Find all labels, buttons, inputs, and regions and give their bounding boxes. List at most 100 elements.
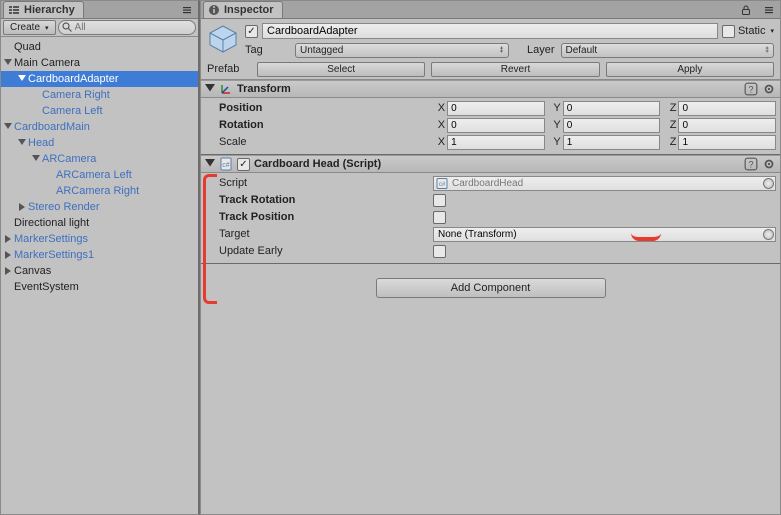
static-checkbox[interactable] <box>722 25 735 38</box>
hierarchy-item-label: MarkerSettings <box>14 233 88 245</box>
hierarchy-item-label: ARCamera Left <box>56 169 132 181</box>
spacer-icon <box>45 186 55 196</box>
hierarchy-item[interactable]: Canvas <box>1 263 198 279</box>
foldout-icon[interactable] <box>3 58 13 68</box>
inspector-panel: Inspector ✓ <box>200 0 781 515</box>
hierarchy-item[interactable]: MarkerSettings <box>1 231 198 247</box>
prefab-revert-button[interactable]: Revert <box>431 62 599 77</box>
help-icon[interactable]: ? <box>744 82 758 96</box>
cardboard-head-component: c# ✓ Cardboard Head (Script) ? Script c# <box>201 155 780 264</box>
hierarchy-item[interactable]: ARCamera Left <box>1 167 198 183</box>
search-icon <box>61 21 73 33</box>
foldout-icon[interactable] <box>17 138 27 148</box>
position-z-input[interactable] <box>678 101 776 116</box>
hierarchy-panel: Hierarchy Create ▾ Quad Main Camera Cardbo… <box>0 0 200 515</box>
gear-icon[interactable] <box>762 157 776 171</box>
hierarchy-item[interactable]: Main Camera <box>1 55 198 71</box>
hierarchy-item[interactable]: EventSystem <box>1 279 198 295</box>
scale-x-input[interactable] <box>447 135 545 150</box>
hierarchy-item[interactable]: Quad <box>1 39 198 55</box>
hierarchy-item-label: Camera Left <box>42 105 103 117</box>
inspector-tab[interactable]: Inspector <box>203 1 283 18</box>
hierarchy-item-label: CardboardMain <box>14 121 90 133</box>
layer-dropdown[interactable]: Default ‡ <box>561 43 775 58</box>
hierarchy-toolbar: Create ▾ <box>1 19 198 37</box>
update-early-label: Update Early <box>219 245 429 257</box>
rotation-x-input[interactable] <box>447 118 545 133</box>
hierarchy-item-label: CardboardAdapter <box>28 73 119 85</box>
svg-text:c#: c# <box>222 162 230 169</box>
gameobject-icon <box>207 23 239 55</box>
target-field[interactable] <box>433 227 776 242</box>
hierarchy-item[interactable]: ARCamera Right <box>1 183 198 199</box>
update-early-checkbox[interactable] <box>433 245 446 258</box>
hierarchy-icon <box>8 4 20 16</box>
hierarchy-item-label: MarkerSettings1 <box>14 249 94 261</box>
hierarchy-item[interactable]: CardboardMain <box>1 119 198 135</box>
scale-y-input[interactable] <box>563 135 661 150</box>
spacer-icon <box>45 170 55 180</box>
chevron-down-icon: ‡ <box>500 47 504 54</box>
hierarchy-item[interactable]: Stereo Render <box>1 199 198 215</box>
hierarchy-tab-menu[interactable] <box>176 1 198 18</box>
script-icon: c# <box>219 157 233 171</box>
foldout-icon[interactable] <box>3 234 13 244</box>
hierarchy-item-label: Stereo Render <box>28 201 100 213</box>
inspector-lock[interactable] <box>734 1 758 18</box>
scale-z-input[interactable] <box>678 135 776 150</box>
hierarchy-item-label: EventSystem <box>14 281 79 293</box>
foldout-icon[interactable] <box>3 122 13 132</box>
chevron-down-icon[interactable]: ▾ <box>770 27 774 35</box>
gear-icon[interactable] <box>762 82 776 96</box>
hierarchy-item[interactable]: Camera Right <box>1 87 198 103</box>
object-name-input[interactable] <box>262 23 718 39</box>
inspector-header: ✓ Static ▾ Tag Untagged <box>201 19 780 80</box>
prefab-apply-button[interactable]: Apply <box>606 62 774 77</box>
tag-dropdown[interactable]: Untagged ‡ <box>295 43 509 58</box>
foldout-icon[interactable] <box>31 154 41 164</box>
hierarchy-item[interactable]: ARCamera <box>1 151 198 167</box>
svg-text:?: ? <box>748 160 753 170</box>
hierarchy-item[interactable]: Head <box>1 135 198 151</box>
prefab-select-button[interactable]: Select <box>257 62 425 77</box>
track-rotation-checkbox[interactable] <box>433 194 446 207</box>
hierarchy-item-label: Main Camera <box>14 57 80 69</box>
hierarchy-item-label: Quad <box>14 41 41 53</box>
hierarchy-item[interactable]: MarkerSettings1 <box>1 247 198 263</box>
foldout-icon[interactable] <box>205 159 215 169</box>
script-field[interactable] <box>433 176 776 191</box>
help-icon[interactable]: ? <box>744 157 758 171</box>
svg-text:c#: c# <box>439 182 446 188</box>
hierarchy-search-input[interactable] <box>58 20 196 35</box>
foldout-icon[interactable] <box>3 250 13 260</box>
rotation-y-input[interactable] <box>563 118 661 133</box>
position-y-input[interactable] <box>563 101 661 116</box>
foldout-icon[interactable] <box>205 84 215 94</box>
hierarchy-tab[interactable]: Hierarchy <box>3 1 84 18</box>
hierarchy-item[interactable]: CardboardAdapter <box>1 71 198 87</box>
inspector-tab-label: Inspector <box>224 4 274 16</box>
foldout-icon[interactable] <box>17 74 27 84</box>
object-picker-icon[interactable] <box>763 178 774 189</box>
track-position-checkbox[interactable] <box>433 211 446 224</box>
inspector-tab-menu[interactable] <box>758 1 780 18</box>
rotation-z-input[interactable] <box>678 118 776 133</box>
layer-label: Layer <box>515 44 555 56</box>
position-x-input[interactable] <box>447 101 545 116</box>
transform-title: Transform <box>237 83 740 95</box>
hierarchy-item[interactable]: Camera Left <box>1 103 198 119</box>
foldout-icon[interactable] <box>17 202 27 212</box>
hierarchy-tabbar: Hierarchy <box>1 1 198 19</box>
hierarchy-search[interactable] <box>58 20 196 35</box>
foldout-icon[interactable] <box>3 266 13 276</box>
hierarchy-item[interactable]: Directional light <box>1 215 198 231</box>
hierarchy-tree[interactable]: Quad Main Camera CardboardAdapter Camera Ri… <box>1 37 198 514</box>
create-button[interactable]: Create ▾ <box>3 20 56 35</box>
spacer-icon <box>31 106 41 116</box>
object-picker-icon[interactable] <box>763 229 774 240</box>
add-component-button[interactable]: Add Component <box>376 278 606 298</box>
component-enabled-checkbox[interactable]: ✓ <box>237 158 250 171</box>
hierarchy-item-label: Head <box>28 137 54 149</box>
active-checkbox[interactable]: ✓ <box>245 25 258 38</box>
tag-value: Untagged <box>300 45 343 56</box>
